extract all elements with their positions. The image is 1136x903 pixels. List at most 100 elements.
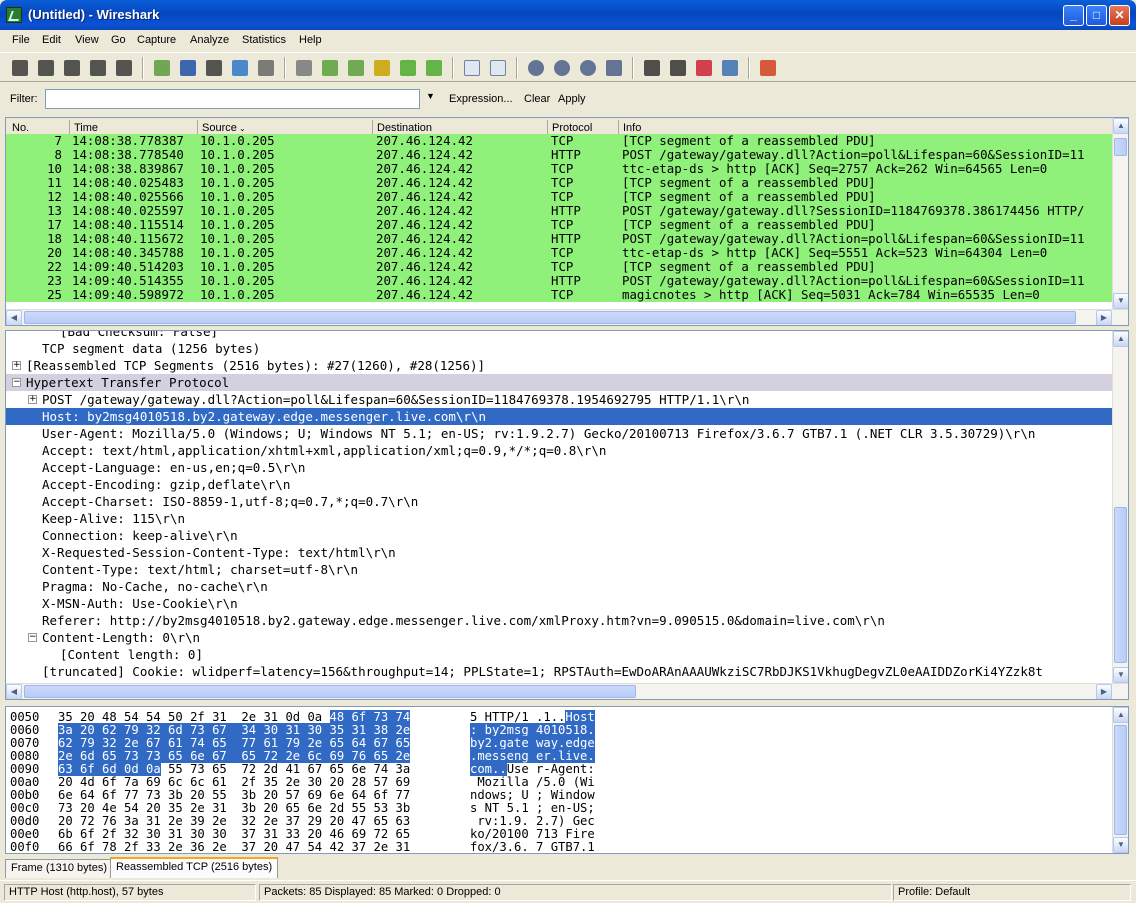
- forward-icon[interactable]: [346, 58, 366, 78]
- packet-row[interactable]: 17 14:08:40.115514 10.1.0.205 207.46.124.42…: [6, 218, 1114, 232]
- find-icon[interactable]: [294, 58, 314, 78]
- scroll-down-icon[interactable]: ▼: [1113, 837, 1128, 853]
- packet-row[interactable]: 22 14:09:40.514203 10.1.0.205 207.46.124.42…: [6, 260, 1114, 274]
- collapse-icon[interactable]: −: [12, 378, 21, 387]
- packet-row[interactable]: 7 14:08:38.778387 10.1.0.205 207.46.124.42 T…: [6, 134, 1114, 148]
- display-filters-icon[interactable]: [668, 58, 688, 78]
- goto-packet-icon[interactable]: [372, 58, 392, 78]
- capture-options-icon[interactable]: [36, 58, 56, 78]
- detail-row[interactable]: [truncated] Cookie: wlidperf=latency=156…: [6, 663, 1114, 680]
- packet-row[interactable]: 13 14:08:40.025597 10.1.0.205 207.46.124.42…: [6, 204, 1114, 218]
- packet-list-vscroll[interactable]: ▲ ▼: [1112, 118, 1128, 309]
- hex-bytes[interactable]: 66 6f 78 2f 33 2e 36 2e 37 20 47 54 42 3…: [58, 841, 410, 854]
- coloring-rules-icon[interactable]: [694, 58, 714, 78]
- preferences-icon[interactable]: [720, 58, 740, 78]
- detail-row[interactable]: − Hypertext Transfer Protocol: [6, 374, 1114, 391]
- menu-analyze[interactable]: Analyze: [190, 34, 229, 46]
- scroll-down-icon[interactable]: ▼: [1113, 667, 1128, 683]
- packet-list-hscroll[interactable]: ◀ ▶: [6, 309, 1128, 325]
- status-profile[interactable]: Profile: Default: [893, 884, 1131, 901]
- interface-list-icon[interactable]: [10, 58, 30, 78]
- scroll-left-icon[interactable]: ◀: [6, 310, 22, 325]
- resize-columns-icon[interactable]: [604, 58, 624, 78]
- menu-capture[interactable]: Capture: [137, 34, 176, 46]
- capture-restart-icon[interactable]: [114, 58, 134, 78]
- detail-row[interactable]: Accept-Charset: ISO-8859-1,utf-8;q=0.7,*…: [6, 493, 1114, 510]
- filter-input[interactable]: [45, 89, 420, 109]
- close-file-icon[interactable]: [204, 58, 224, 78]
- tab-reassembled-tcp[interactable]: Reassembled TCP (2516 bytes): [110, 857, 279, 878]
- menu-edit[interactable]: Edit: [42, 34, 61, 46]
- packet-row[interactable]: 18 14:08:40.115672 10.1.0.205 207.46.124.42…: [6, 232, 1114, 246]
- detail-row[interactable]: TCP segment data (1256 bytes): [6, 340, 1114, 357]
- details-vscroll[interactable]: ▲ ▼: [1112, 331, 1128, 683]
- detail-row[interactable]: [Bad Checksum: False]: [6, 331, 1114, 340]
- last-packet-icon[interactable]: [424, 58, 444, 78]
- save-file-icon[interactable]: [178, 58, 198, 78]
- menu-help[interactable]: Help: [299, 34, 322, 46]
- back-icon[interactable]: [320, 58, 340, 78]
- detail-row[interactable]: User-Agent: Mozilla/5.0 (Windows; U; Win…: [6, 425, 1114, 442]
- detail-row[interactable]: Content-Type: text/html; charset=utf-8\r…: [6, 561, 1114, 578]
- expression-button[interactable]: Expression...: [449, 93, 513, 105]
- capture-stop-icon[interactable]: [88, 58, 108, 78]
- detail-row[interactable]: Accept-Language: en-us,en;q=0.5\r\n: [6, 459, 1114, 476]
- scroll-right-icon[interactable]: ▶: [1096, 684, 1112, 699]
- maximize-button[interactable]: □: [1086, 5, 1107, 26]
- detail-row[interactable]: Connection: keep-alive\r\n: [6, 527, 1114, 544]
- minimize-button[interactable]: _: [1063, 5, 1084, 26]
- menu-file[interactable]: File: [12, 34, 30, 46]
- detail-row[interactable]: X-MSN-Auth: Use-Cookie\r\n: [6, 595, 1114, 612]
- detail-row[interactable]: Accept-Encoding: gzip,deflate\r\n: [6, 476, 1114, 493]
- first-packet-icon[interactable]: [398, 58, 418, 78]
- colorize-icon[interactable]: [462, 58, 482, 78]
- capture-start-icon[interactable]: [62, 58, 82, 78]
- ascii-bytes[interactable]: fox/3.6. 7 GTB7.1: [470, 841, 595, 854]
- zoom-out-icon[interactable]: [552, 58, 572, 78]
- tab-frame[interactable]: Frame (1310 bytes): [5, 859, 113, 878]
- scroll-down-icon[interactable]: ▼: [1113, 293, 1128, 309]
- scroll-thumb[interactable]: [1114, 725, 1127, 835]
- packet-row[interactable]: 8 14:08:38.778540 10.1.0.205 207.46.124.42 H…: [6, 148, 1114, 162]
- hscroll-thumb[interactable]: [24, 685, 636, 698]
- zoom-in-icon[interactable]: [526, 58, 546, 78]
- detail-row[interactable]: Accept: text/html,application/xhtml+xml,…: [6, 442, 1114, 459]
- packet-row[interactable]: 10 14:08:38.839867 10.1.0.205 207.46.124.42…: [6, 162, 1114, 176]
- filter-dropdown-icon[interactable]: ▼: [426, 91, 435, 101]
- detail-row[interactable]: + POST /gateway/gateway.dll?Action=poll&L…: [6, 391, 1114, 408]
- packet-row[interactable]: 20 14:08:40.345788 10.1.0.205 207.46.124.42…: [6, 246, 1114, 260]
- column-no[interactable]: No.: [12, 122, 29, 134]
- reload-icon[interactable]: [230, 58, 250, 78]
- apply-button[interactable]: Apply: [558, 93, 586, 105]
- detail-row[interactable]: Host: by2msg4010518.by2.gateway.edge.mes…: [6, 408, 1114, 425]
- menu-view[interactable]: View: [75, 34, 99, 46]
- autoscroll-icon[interactable]: [488, 58, 508, 78]
- open-file-icon[interactable]: [152, 58, 172, 78]
- scroll-up-icon[interactable]: ▲: [1113, 118, 1128, 134]
- menu-go[interactable]: Go: [111, 34, 126, 46]
- scroll-up-icon[interactable]: ▲: [1113, 707, 1128, 723]
- hscroll-thumb[interactable]: [24, 311, 1076, 324]
- close-button[interactable]: ✕: [1109, 5, 1130, 26]
- capture-filters-icon[interactable]: [642, 58, 662, 78]
- detail-row[interactable]: X-Requested-Session-Content-Type: text/h…: [6, 544, 1114, 561]
- detail-row[interactable]: + [Reassembled TCP Segments (2516 bytes):…: [6, 357, 1114, 374]
- expand-icon[interactable]: +: [12, 361, 21, 370]
- collapse-icon[interactable]: −: [28, 633, 37, 642]
- clear-button[interactable]: Clear: [524, 93, 550, 105]
- scroll-right-icon[interactable]: ▶: [1096, 310, 1112, 325]
- scroll-thumb[interactable]: [1114, 507, 1127, 663]
- zoom-normal-icon[interactable]: [578, 58, 598, 78]
- scroll-left-icon[interactable]: ◀: [6, 684, 22, 699]
- help-icon[interactable]: [758, 58, 778, 78]
- detail-row[interactable]: Referer: http://by2msg4010518.by2.gatewa…: [6, 612, 1114, 629]
- packet-row[interactable]: 23 14:09:40.514355 10.1.0.205 207.46.124.42…: [6, 274, 1114, 288]
- scroll-thumb[interactable]: [1114, 138, 1127, 156]
- detail-row[interactable]: Pragma: No-Cache, no-cache\r\n: [6, 578, 1114, 595]
- bytes-vscroll[interactable]: ▲ ▼: [1112, 707, 1128, 853]
- detail-row[interactable]: Keep-Alive: 115\r\n: [6, 510, 1114, 527]
- detail-row[interactable]: − Content-Length: 0\r\n: [6, 629, 1114, 646]
- detail-row[interactable]: [Content length: 0]: [6, 646, 1114, 663]
- details-hscroll[interactable]: ◀ ▶: [6, 683, 1128, 699]
- scroll-up-icon[interactable]: ▲: [1113, 331, 1128, 347]
